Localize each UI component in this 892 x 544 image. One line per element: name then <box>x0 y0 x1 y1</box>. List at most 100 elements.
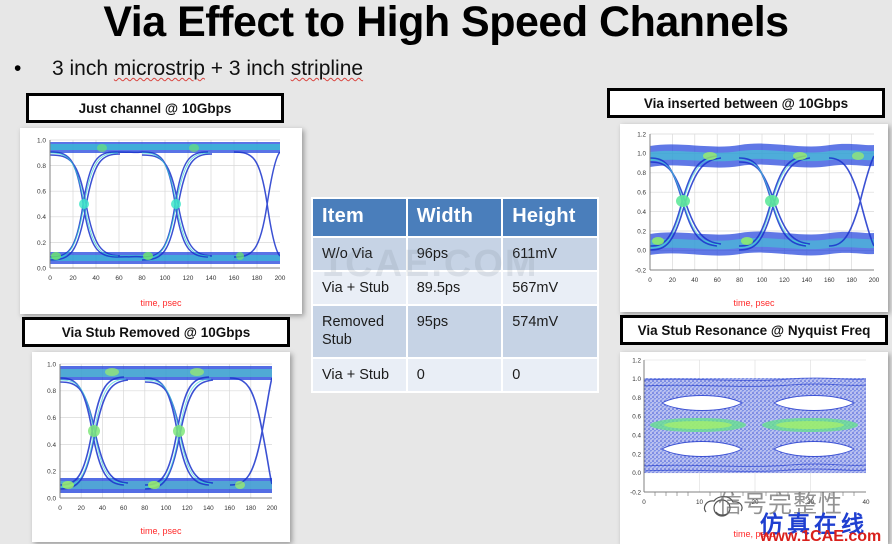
svg-text:1.2: 1.2 <box>637 131 646 138</box>
svg-text:0.0: 0.0 <box>632 470 641 477</box>
eye-diagram-stub-resonance: 1.2 1.0 0.8 0.6 0.4 0.2 0.0 -0.2 0 10 20… <box>620 352 888 544</box>
svg-text:0.8: 0.8 <box>47 388 56 395</box>
eye-diagram-svg-tr: 1.2 1.0 0.8 0.6 0.4 0.2 0.0 -0.2 0 20 40… <box>620 124 888 312</box>
table-row: W/o Via 96ps 611mV <box>313 238 597 271</box>
bullet-text-mid: + 3 inch <box>204 57 291 80</box>
caption-bottom-left: Via Stub Removed @ 10Gbps <box>22 317 290 347</box>
svg-text:0.2: 0.2 <box>47 469 56 476</box>
chart-xlabel-br: time, psec <box>733 529 775 539</box>
svg-text:0.4: 0.4 <box>37 214 46 221</box>
page-title: Via Effect to High Speed Channels <box>103 0 789 46</box>
svg-text:0.4: 0.4 <box>637 209 646 216</box>
svg-text:10: 10 <box>696 499 704 506</box>
caption-bottom-right: Via Stub Resonance @ Nyquist Freq <box>620 315 888 345</box>
chart-panel-top-left: 1.0 0.8 0.6 0.4 0.2 0.0 0 20 40 60 80 10… <box>20 128 302 314</box>
bullet-word-microstrip: microstrip <box>113 57 205 80</box>
svg-text:1.0: 1.0 <box>632 376 641 383</box>
eye-diagram-stub-removed: 1.0 0.8 0.6 0.4 0.2 0.0 0 20 40 60 80 10… <box>32 352 290 542</box>
svg-text:80: 80 <box>141 505 149 512</box>
caption-top-right: Via inserted between @ 10Gbps <box>607 88 885 118</box>
svg-text:100: 100 <box>757 277 768 284</box>
svg-text:60: 60 <box>120 505 128 512</box>
cell-height: 567mV <box>503 272 597 305</box>
svg-text:0.0: 0.0 <box>37 265 46 272</box>
svg-text:180: 180 <box>252 275 263 282</box>
cell-height: 574mV <box>503 306 597 357</box>
cell-width: 89.5ps <box>407 272 502 305</box>
table-row: Via + Stub 89.5ps 567mV <box>313 272 597 305</box>
caption-top-left: Just channel @ 10Gbps <box>26 93 284 123</box>
svg-text:0.0: 0.0 <box>47 495 56 502</box>
svg-text:0.0: 0.0 <box>637 248 646 255</box>
chart-xlabel-bl: time, psec <box>140 526 182 536</box>
svg-text:40: 40 <box>92 275 100 282</box>
cell-item: Via + Stub <box>313 358 406 391</box>
svg-text:0.6: 0.6 <box>632 414 641 421</box>
svg-text:40: 40 <box>99 505 107 512</box>
svg-text:30: 30 <box>807 499 815 506</box>
table-header-row: Item Width Height <box>313 199 597 236</box>
slide-root: Via Effect to High Speed Channels • 3 in… <box>0 0 892 544</box>
bullet-marker: • <box>14 57 22 80</box>
svg-text:140: 140 <box>206 275 217 282</box>
bullet-word-stripline: stripline <box>290 57 364 80</box>
svg-text:1.2: 1.2 <box>632 357 641 364</box>
svg-text:0.6: 0.6 <box>47 415 56 422</box>
chart-panel-bottom-left: 1.0 0.8 0.6 0.4 0.2 0.0 0 20 40 60 80 10… <box>32 352 290 542</box>
svg-text:0.2: 0.2 <box>637 228 646 235</box>
svg-text:180: 180 <box>245 505 256 512</box>
svg-text:160: 160 <box>224 505 235 512</box>
svg-text:100: 100 <box>160 275 171 282</box>
measurement-table: Item Width Height W/o Via 96ps 611mV Via… <box>311 197 599 393</box>
svg-text:200: 200 <box>267 505 278 512</box>
svg-text:20: 20 <box>669 277 677 284</box>
svg-text:140: 140 <box>802 277 813 284</box>
chart-xlabel-tl: time, psec <box>140 298 182 308</box>
bullet-text: 3 inch microstrip + 3 inch stripline <box>52 57 363 81</box>
svg-text:200: 200 <box>275 275 286 282</box>
svg-text:120: 120 <box>182 505 193 512</box>
svg-text:40: 40 <box>862 499 870 506</box>
svg-text:0.8: 0.8 <box>637 170 646 177</box>
svg-text:20: 20 <box>78 505 86 512</box>
svg-text:40: 40 <box>691 277 699 284</box>
svg-text:0: 0 <box>648 277 652 284</box>
svg-text:0: 0 <box>48 275 52 282</box>
svg-text:0.4: 0.4 <box>47 442 56 449</box>
cell-width: 0 <box>407 358 502 391</box>
svg-text:1.0: 1.0 <box>637 151 646 158</box>
bullet-line: • 3 inch microstrip + 3 inch stripline <box>14 57 363 81</box>
eye-diagram-svg-bl: 1.0 0.8 0.6 0.4 0.2 0.0 0 20 40 60 80 10… <box>32 352 290 542</box>
bullet-text-pre: 3 inch <box>52 57 114 80</box>
svg-text:0: 0 <box>642 499 646 506</box>
chart-panel-top-right: 1.2 1.0 0.8 0.6 0.4 0.2 0.0 -0.2 0 20 40… <box>620 124 888 312</box>
table-header-item: Item <box>313 199 406 236</box>
svg-text:60: 60 <box>714 277 722 284</box>
table-header-height: Height <box>503 199 597 236</box>
cell-item: W/o Via <box>313 238 406 271</box>
svg-text:140: 140 <box>203 505 214 512</box>
svg-text:0.8: 0.8 <box>37 163 46 170</box>
svg-text:0: 0 <box>58 505 62 512</box>
eye-diagram-svg-tl: 1.0 0.8 0.6 0.4 0.2 0.0 0 20 40 60 80 10… <box>20 128 302 314</box>
cell-item: Via + Stub <box>313 272 406 305</box>
eye-diagram-svg-br: 1.2 1.0 0.8 0.6 0.4 0.2 0.0 -0.2 0 10 20… <box>620 352 888 544</box>
svg-text:80: 80 <box>736 277 744 284</box>
chart-xlabel-tr: time, psec <box>733 298 775 308</box>
svg-text:60: 60 <box>115 275 123 282</box>
svg-text:100: 100 <box>161 505 172 512</box>
eye-diagram-via-inserted: 1.2 1.0 0.8 0.6 0.4 0.2 0.0 -0.2 0 20 40… <box>620 124 888 312</box>
svg-text:120: 120 <box>779 277 790 284</box>
table-header-width: Width <box>407 199 502 236</box>
svg-text:-0.2: -0.2 <box>630 489 641 496</box>
cell-width: 96ps <box>407 238 502 271</box>
svg-text:180: 180 <box>846 277 857 284</box>
svg-text:160: 160 <box>824 277 835 284</box>
svg-text:160: 160 <box>229 275 240 282</box>
cell-height: 0 <box>503 358 597 391</box>
svg-text:20: 20 <box>751 499 759 506</box>
table-row: Via + Stub 0 0 <box>313 358 597 391</box>
svg-text:0.6: 0.6 <box>37 189 46 196</box>
svg-text:0.2: 0.2 <box>37 240 46 247</box>
svg-text:20: 20 <box>69 275 77 282</box>
